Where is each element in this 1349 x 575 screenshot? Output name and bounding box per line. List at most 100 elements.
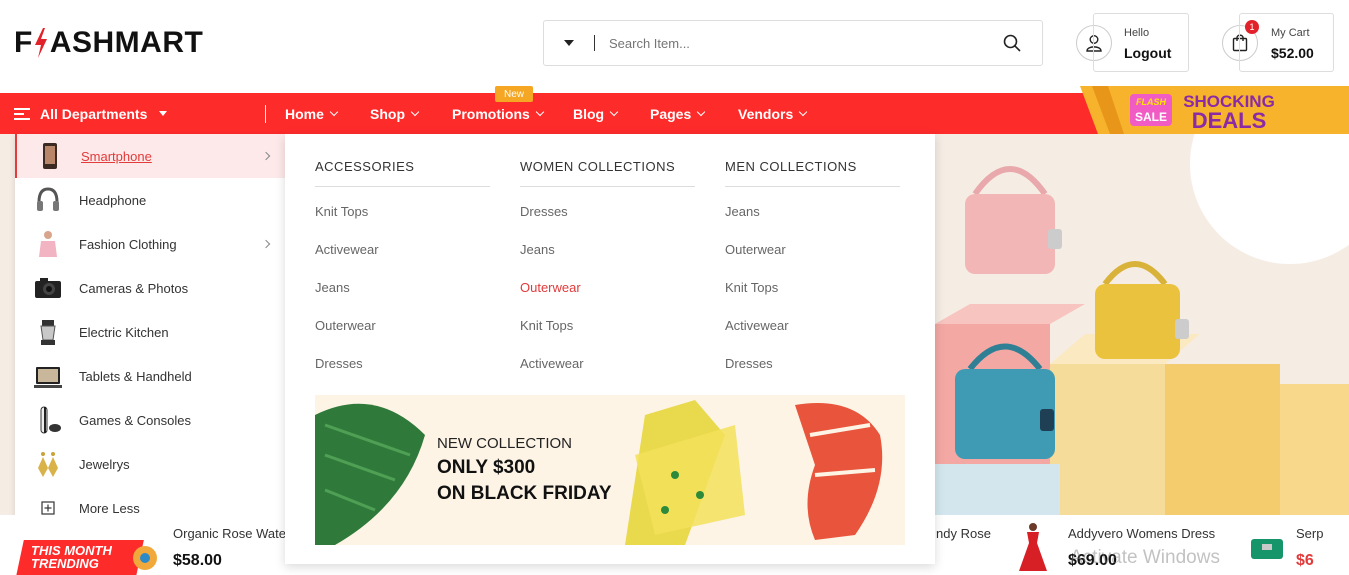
nav-shop[interactable]: Shop: [370, 93, 420, 134]
category-dropdown[interactable]: [544, 40, 594, 46]
product-name[interactable]: Addyvero Womens Dress: [1068, 526, 1215, 541]
page: F ASHMART Hello Logout 1 My Cart $52.00: [0, 0, 1349, 575]
mega-link[interactable]: Knit Tops: [725, 269, 900, 307]
cart-label: My Cart: [1271, 27, 1310, 39]
mega-link[interactable]: Jeans: [315, 269, 490, 307]
kitchen-icon: [40, 320, 56, 345]
trending-line2: TRENDING: [31, 556, 99, 571]
nav-blog[interactable]: Blog: [573, 93, 619, 134]
mega-link[interactable]: Activewear: [315, 231, 490, 269]
nav-home[interactable]: Home: [285, 93, 339, 134]
deals-sale-text: SALE: [1135, 110, 1167, 124]
sidebar-item-label: Electric Kitchen: [79, 324, 169, 340]
product-thumb[interactable]: [130, 543, 160, 573]
sidebar-item-label: Tablets & Handheld: [79, 368, 192, 384]
trending-tag-text: THIS MONTH TRENDING: [31, 544, 112, 570]
product-name[interactable]: Serp: [1296, 526, 1323, 541]
bolt-icon: [34, 28, 47, 58]
clothing-icon: [39, 231, 57, 257]
chevron-down-icon: [799, 107, 808, 116]
logo-text-post: ASHMART: [49, 26, 204, 59]
mega-link[interactable]: Dresses: [520, 193, 695, 231]
mega-link[interactable]: Activewear: [520, 345, 695, 383]
logo[interactable]: F ASHMART: [14, 26, 203, 60]
tablet-icon: [34, 367, 62, 388]
all-departments-toggle[interactable]: All Departments: [14, 93, 168, 134]
product-thumb[interactable]: [1015, 521, 1051, 575]
greeting-label: Hello: [1124, 27, 1150, 39]
mega-link[interactable]: Activewear: [725, 307, 900, 345]
all-departments-label: All Departments: [40, 105, 148, 122]
mega-link[interactable]: Dresses: [725, 345, 900, 383]
sidebar-item-label: Cameras & Photos: [79, 280, 189, 296]
headphone-icon: [37, 187, 59, 211]
sidebar-item-jewelrys[interactable]: Jewelrys: [15, 442, 285, 486]
smartphone-icon: [43, 143, 57, 169]
mega-link-hovered[interactable]: Outerwear: [520, 269, 695, 307]
activate-windows-watermark: Activate Windows: [1070, 547, 1220, 568]
search-icon: [1003, 34, 1021, 52]
deals-flash-text: FLASH: [1136, 97, 1166, 107]
menu-icon: [14, 105, 30, 123]
mega-link[interactable]: Jeans: [520, 231, 695, 269]
nav-pages-label: Pages: [650, 105, 692, 122]
chevron-down-icon: [609, 107, 619, 116]
sidebar-item-fashion-clothing[interactable]: Fashion Clothing: [15, 222, 285, 266]
mega-column-title: MEN COLLECTIONS: [725, 159, 900, 187]
chevron-down-icon: [410, 107, 420, 116]
cart-total: $52.00: [1271, 45, 1314, 61]
sidebar-item-label: Games & Consoles: [79, 412, 191, 428]
deals-deals-text: DEALS: [1192, 108, 1267, 133]
promo-banner-image: [315, 400, 883, 545]
nav-promotions-label: Promotions: [452, 105, 530, 122]
sidebar-item-label: More Less: [79, 500, 140, 516]
nav-vendors[interactable]: Vendors: [738, 93, 808, 134]
product-thumb[interactable]: [1248, 533, 1286, 563]
product-price: $58.00: [173, 552, 222, 569]
product-name[interactable]: Organic Rose Wate: [173, 526, 286, 541]
mega-column-accessories: ACCESSORIES Knit Tops Activewear Jeans O…: [315, 159, 490, 383]
product-name[interactable]: ndy Rose: [936, 526, 991, 541]
shocking-deals-banner[interactable]: FLASH SALE SHOCKING DEALS: [1080, 86, 1349, 134]
console-icon: [40, 406, 61, 434]
departments-sidebar: Smartphone Headphone Fashion Clothing Ca…: [15, 134, 285, 525]
mega-link[interactable]: Outerwear: [725, 231, 900, 269]
mega-link[interactable]: Knit Tops: [315, 193, 490, 231]
sidebar-item-headphone[interactable]: Headphone: [15, 178, 285, 222]
jewelry-icon: [38, 452, 58, 477]
mega-promo-banner[interactable]: NEW COLLECTION ONLY $300 ON BLACK FRIDAY: [315, 395, 905, 545]
mega-link[interactable]: Knit Tops: [520, 307, 695, 345]
nav-home-label: Home: [285, 105, 324, 122]
sidebar-item-label: Headphone: [79, 192, 147, 208]
sidebar-item-games[interactable]: Games & Consoles: [15, 398, 285, 442]
sidebar-item-tablets[interactable]: Tablets & Handheld: [15, 354, 285, 398]
nav-pages[interactable]: Pages: [650, 93, 706, 134]
mega-link[interactable]: Dresses: [315, 345, 490, 383]
account-box[interactable]: Hello Logout: [1093, 13, 1189, 72]
sidebar-item-label: Jewelrys: [79, 456, 130, 472]
promo-event: ON BLACK FRIDAY: [437, 483, 612, 504]
nav-divider: [265, 105, 266, 123]
mega-link[interactable]: Jeans: [725, 193, 900, 231]
chevron-right-icon: [261, 151, 271, 161]
mega-column-men: MEN COLLECTIONS Jeans Outerwear Knit Top…: [725, 159, 900, 383]
new-badge: New: [495, 86, 533, 102]
mega-link[interactable]: Outerwear: [315, 307, 490, 345]
search-button[interactable]: [982, 34, 1042, 52]
chevron-right-icon: [261, 239, 271, 249]
mega-menu: ACCESSORIES Knit Tops Activewear Jeans O…: [285, 134, 935, 564]
sidebar-item-smartphone[interactable]: Smartphone: [15, 134, 285, 178]
sidebar-item-electric-kitchen[interactable]: Electric Kitchen: [15, 310, 285, 354]
mega-column-women: WOMEN COLLECTIONS Dresses Jeans Outerwea…: [520, 159, 695, 383]
sidebar-item-cameras[interactable]: Cameras & Photos: [15, 266, 285, 310]
caret-down-icon: [564, 40, 574, 46]
cart-box[interactable]: My Cart $52.00: [1239, 13, 1334, 72]
promo-price: ONLY $300: [437, 457, 536, 478]
chevron-down-icon: [329, 107, 339, 116]
logout-link[interactable]: Logout: [1124, 45, 1171, 61]
logo-text-pre: F: [14, 26, 33, 59]
search-input[interactable]: [595, 35, 982, 51]
search-bar: [543, 20, 1043, 66]
mega-column-title: ACCESSORIES: [315, 159, 490, 187]
nav-blog-label: Blog: [573, 105, 605, 122]
